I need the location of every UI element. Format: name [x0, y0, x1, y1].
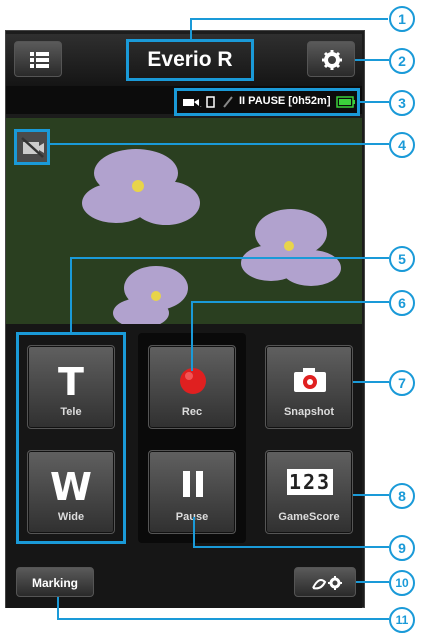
- callout-line-1: [190, 18, 192, 40]
- pause-label: Pause: [175, 511, 209, 523]
- callout-line-11h: [57, 618, 389, 620]
- callout-line-5: [70, 257, 389, 259]
- signal-icon: [206, 96, 215, 108]
- snapshot-button[interactable]: Snapshot: [265, 345, 353, 429]
- callout-line-4: [50, 143, 389, 145]
- recording-status: II PAUSE [0h52m]: [239, 95, 331, 107]
- record-icon: [180, 368, 206, 394]
- callout-11: 11: [389, 607, 415, 633]
- callout-4: 4: [389, 132, 415, 158]
- wide-button[interactable]: W Wide: [27, 450, 115, 534]
- tele-label: Tele: [60, 406, 82, 418]
- remote-settings-button[interactable]: [294, 567, 356, 597]
- camera-preview: [6, 118, 362, 324]
- callout-7: 7: [389, 370, 415, 396]
- tele-letter: T: [58, 360, 84, 404]
- callout-line-7: [353, 381, 389, 383]
- preview-toggle-highlight: [14, 129, 50, 165]
- app-title: Everio R: [147, 48, 233, 71]
- callout-line-8: [353, 494, 389, 496]
- callout-5: 5: [389, 246, 415, 272]
- callout-line-9: [193, 517, 195, 547]
- pause-icon: [183, 471, 203, 497]
- menu-button[interactable]: [14, 41, 62, 77]
- settings-button[interactable]: [307, 41, 355, 77]
- gamescore-label: GameScore: [278, 511, 340, 523]
- flower-image: [6, 118, 362, 324]
- callout-line-9h: [193, 546, 389, 548]
- snapshot-label: Snapshot: [283, 406, 335, 418]
- callout-line-6: [191, 301, 389, 303]
- callout-line-6v: [191, 301, 193, 371]
- pause-button[interactable]: Pause: [148, 450, 236, 534]
- gamescore-icon: 123: [287, 469, 333, 495]
- wifi-off-icon: [223, 96, 233, 108]
- callout-line-11: [57, 597, 59, 619]
- battery-icon: [336, 96, 355, 108]
- svg-text:...: ...: [200, 103, 202, 108]
- gear-icon: [322, 50, 342, 70]
- callout-10: 10: [389, 570, 415, 596]
- callout-3: 3: [389, 90, 415, 116]
- gamescore-button[interactable]: 123 GameScore: [265, 450, 353, 534]
- callout-line-10: [356, 581, 389, 583]
- callout-9: 9: [389, 535, 415, 561]
- wide-label: Wide: [57, 511, 85, 523]
- rec-label: Rec: [181, 406, 203, 418]
- marking-label: Marking: [31, 576, 78, 590]
- callout-1: 1: [389, 6, 415, 32]
- wide-letter: W: [50, 465, 92, 509]
- callout-line-2: [355, 59, 389, 61]
- list-icon: [30, 52, 49, 68]
- camcorder-icon: ...: [183, 99, 202, 108]
- camera-icon: [294, 368, 326, 392]
- callout-6: 6: [389, 290, 415, 316]
- callout-line-1h: [190, 18, 388, 20]
- callout-line-3: [360, 101, 389, 103]
- callout-2: 2: [389, 48, 415, 74]
- callout-8: 8: [389, 483, 415, 509]
- gear-icon: [312, 576, 342, 590]
- callout-line-5v: [70, 257, 72, 333]
- tele-button[interactable]: T Tele: [27, 345, 115, 429]
- marking-button[interactable]: Marking: [16, 567, 94, 597]
